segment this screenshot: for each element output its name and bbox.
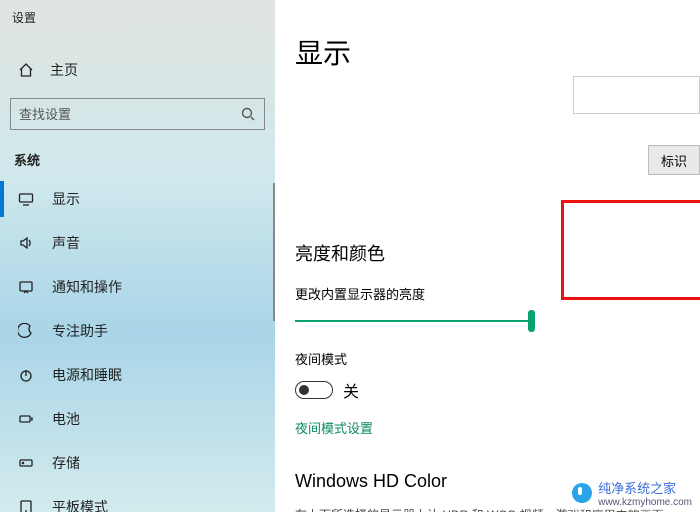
sidebar-item-label: 存储 [52,453,80,473]
page-title: 显示 [295,32,700,72]
slider-track [295,320,535,322]
identify-button[interactable]: 标识 [648,145,700,175]
sidebar-section-label: 系统 [0,142,275,177]
toggle-knob [299,385,309,395]
notification-icon [18,279,34,295]
sidebar-item-label: 平板模式 [52,497,108,512]
night-mode-label: 夜间模式 [295,349,680,368]
sidebar-item-focus[interactable]: 专注助手 [0,309,275,353]
settings-sidebar: 设置 主页 系统 显示 声音 [0,0,275,512]
home-icon [18,62,34,78]
sidebar-item-label: 电源和睡眠 [52,365,122,385]
focus-icon [18,323,34,339]
night-mode-settings-link[interactable]: 夜间模式设置 [295,418,680,437]
sidebar-item-label: 显示 [52,189,80,209]
sound-icon [18,235,34,251]
power-icon [18,367,34,383]
night-mode-state: 关 [343,378,359,402]
annotation-highlight [561,200,700,300]
sidebar-item-label: 通知和操作 [52,277,122,297]
sidebar-item-label: 声音 [52,233,80,253]
sidebar-item-label: 电池 [52,409,80,429]
sidebar-item-sound[interactable]: 声音 [0,221,275,265]
search-icon [240,106,256,122]
tablet-icon [18,499,34,512]
main-content: 显示 标识 亮度和颜色 更改内置显示器的亮度 夜间模式 关 夜间模式设置 Win… [275,0,700,512]
sidebar-item-notifications[interactable]: 通知和操作 [0,265,275,309]
search-input[interactable] [19,107,240,122]
sidebar-home[interactable]: 主页 [0,50,275,90]
slider-thumb[interactable] [528,310,535,332]
search-settings[interactable] [10,98,265,130]
watermark: 纯净系统之家 www.kzmyhome.com [568,476,696,510]
watermark-url: www.kzmyhome.com [598,497,692,508]
sidebar-item-display[interactable]: 显示 [0,177,275,221]
battery-icon [18,411,34,427]
display-search-field[interactable] [573,76,700,114]
sidebar-item-tablet[interactable]: 平板模式 [0,485,275,512]
sidebar-item-label: 专注助手 [52,321,108,341]
brightness-slider[interactable] [295,313,535,329]
sidebar-nav: 显示 声音 通知和操作 专注助手 电源和睡眠 电池 [0,177,275,512]
sidebar-item-battery[interactable]: 电池 [0,397,275,441]
watermark-icon [572,483,592,503]
night-mode-toggle[interactable] [295,381,333,399]
storage-icon [18,455,34,471]
sidebar-item-power[interactable]: 电源和睡眠 [0,353,275,397]
sidebar-item-storage[interactable]: 存储 [0,441,275,485]
window-title: 设置 [0,0,275,32]
display-icon [18,191,34,207]
sidebar-home-label: 主页 [50,60,78,80]
watermark-title: 纯净系统之家 [598,478,692,497]
